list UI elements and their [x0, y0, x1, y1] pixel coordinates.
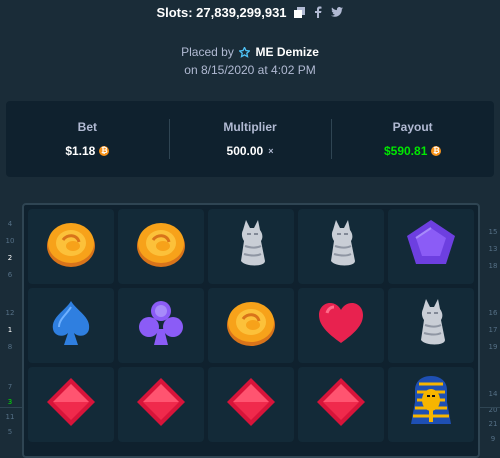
reel-cell [28, 288, 114, 363]
cat-icon [313, 216, 369, 277]
payline-number: 7 [7, 383, 13, 391]
payout-amount: $590.81 [383, 144, 442, 158]
diamond-icon [133, 374, 189, 435]
placed-by-label: Placed by [181, 45, 234, 59]
diamond-icon [313, 374, 369, 435]
cat-icon [403, 295, 459, 356]
copy-icon[interactable] [293, 6, 306, 19]
payline-number: 17 [488, 326, 498, 334]
slots-reels-board [22, 203, 480, 458]
page-title: Slots: 27,839,299,931 [156, 4, 287, 20]
reel-cell [28, 209, 114, 284]
bet-amount: $1.18 [65, 144, 110, 158]
multiplier-label: Multiplier [223, 120, 277, 134]
payline-number: 13 [488, 245, 498, 253]
coin-icon [223, 295, 279, 356]
payline-number: 14 [488, 390, 498, 398]
reel-cell [118, 367, 204, 442]
payline-number: 2 [7, 254, 13, 262]
bet-timestamp: on 8/15/2020 at 4:02 PM [184, 63, 316, 77]
reel-cell [298, 367, 384, 442]
bet-label: Bet [77, 120, 97, 134]
payline-number: 9 [490, 435, 496, 443]
payline-number: 11 [5, 413, 15, 421]
diamond-icon [223, 374, 279, 435]
multiplier-stat: Multiplier 500.00 × [168, 101, 332, 177]
diamond-icon [43, 374, 99, 435]
twitter-icon[interactable] [331, 6, 344, 19]
bet-value: $1.18 [65, 144, 96, 158]
reels-grid [28, 209, 474, 456]
header-title-row: Slots: 27,839,299,931 [0, 2, 500, 22]
username-link[interactable]: ME Demize [256, 45, 319, 59]
reel-cell [298, 209, 384, 284]
payline-number: 18 [488, 262, 498, 270]
reel-cell [208, 288, 294, 363]
vip-star-icon [238, 45, 252, 62]
reel-cell [208, 209, 294, 284]
payline-number: 16 [488, 309, 498, 317]
payline-number: 4 [7, 220, 13, 228]
payline-number: 12 [5, 309, 15, 317]
payout-value: $590.81 [383, 144, 428, 158]
payline-number: 8 [7, 343, 13, 351]
coin-icon [133, 216, 189, 277]
reel-cell [298, 288, 384, 363]
payline-number: 19 [488, 343, 498, 351]
multiplier-value: 500.00 [226, 144, 264, 158]
payline-number: 10 [5, 237, 15, 245]
reel-cell [28, 367, 114, 442]
reel-cell [388, 367, 474, 442]
reel-cell [388, 209, 474, 284]
reel-cell [118, 209, 204, 284]
bet-stats-panel: Bet $1.18 Multiplier 500.00 × Payout $590… [6, 101, 494, 177]
bitcoin-icon [431, 146, 442, 156]
payout-label: Payout [392, 120, 433, 134]
payline-number: 1 [7, 326, 13, 334]
coin-icon [43, 216, 99, 277]
pharaoh-icon [403, 374, 459, 435]
reel-cell [388, 288, 474, 363]
payline-number: 15 [488, 228, 498, 236]
pentagon-gem-icon [403, 216, 459, 277]
payline-number: 6 [7, 271, 13, 279]
facebook-icon[interactable] [312, 6, 325, 19]
spade-icon [43, 295, 99, 356]
reel-cell [208, 367, 294, 442]
payline-number: 3 [7, 398, 13, 406]
bet-stat: Bet $1.18 [6, 101, 169, 177]
reel-cell [118, 288, 204, 363]
club-icon [133, 295, 189, 356]
payline-number: 5 [7, 428, 13, 436]
multiplier-suffix: × [268, 146, 274, 156]
heart-icon [313, 295, 369, 356]
bitcoin-icon [99, 146, 110, 156]
bet-placed-info: Placed by ME Demize on 8/15/2020 at 4:02… [0, 44, 500, 78]
payline-number: 21 [488, 420, 498, 428]
cat-icon [223, 216, 279, 277]
payout-stat: Payout $590.81 [331, 101, 494, 177]
multiplier-amount: 500.00 × [227, 144, 274, 158]
